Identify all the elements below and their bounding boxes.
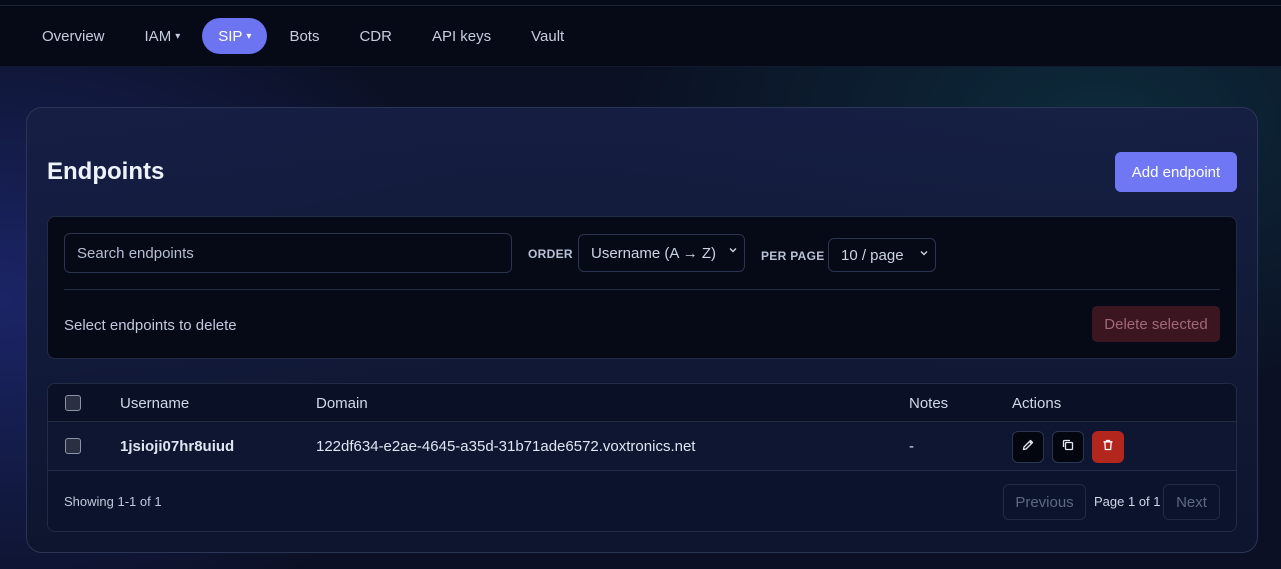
nav-api-keys-label: API keys xyxy=(431,27,492,45)
next-label: Next xyxy=(1176,493,1207,511)
chevron-down-icon: ▾ xyxy=(246,30,252,42)
filter-panel: ORDER Username (A → Z) PER PAGE 10 / pag… xyxy=(47,216,1237,359)
nav-bots[interactable]: Bots xyxy=(271,18,337,54)
nav-cdr-label: CDR xyxy=(359,27,392,45)
nav-bots-label: Bots xyxy=(289,27,320,45)
order-label: ORDER xyxy=(528,247,573,261)
trash-icon xyxy=(1101,438,1115,457)
nav-sip-label: SIP xyxy=(218,27,243,45)
endpoints-table: Username Domain Notes Actions 1jsioji07h… xyxy=(47,383,1237,532)
column-username[interactable]: Username xyxy=(120,395,189,412)
delete-hint: Select endpoints to delete xyxy=(64,317,237,334)
order-select[interactable]: Username (A → Z) xyxy=(578,234,745,272)
nav-api-keys[interactable]: API keys xyxy=(414,18,509,54)
row-notes: - xyxy=(909,438,914,455)
next-button[interactable]: Next xyxy=(1163,484,1220,520)
duplicate-button[interactable] xyxy=(1052,431,1084,463)
nav-cdr[interactable]: CDR xyxy=(341,18,410,54)
delete-row-button[interactable] xyxy=(1092,431,1124,463)
previous-button[interactable]: Previous xyxy=(1003,484,1086,520)
chevron-down-icon: ▾ xyxy=(175,30,181,42)
chevron-down-icon xyxy=(919,248,929,261)
delete-selected-button[interactable]: Delete selected xyxy=(1092,306,1220,342)
previous-label: Previous xyxy=(1015,493,1074,511)
order-select-value: Username (A → Z) xyxy=(591,244,717,262)
nav-overview[interactable]: Overview xyxy=(24,18,123,54)
row-domain: 122df634-e2ae-4645-a35d-31b71ade6572.vox… xyxy=(316,438,696,455)
filter-divider xyxy=(64,289,1220,290)
top-navigation: Overview IAM ▾ SIP ▾ Bots CDR API keys V… xyxy=(0,6,1281,67)
row-username[interactable]: 1jsioji07hr8uiud xyxy=(120,438,234,455)
pencil-icon xyxy=(1021,438,1035,457)
row-checkbox[interactable] xyxy=(65,438,81,454)
page-title: Endpoints xyxy=(47,158,165,185)
nav-vault-label: Vault xyxy=(531,27,565,45)
edit-button[interactable] xyxy=(1012,431,1044,463)
per-page-select[interactable]: 10 / page xyxy=(828,238,936,272)
page-info: Page 1 of 1 xyxy=(1094,494,1161,509)
nav-iam[interactable]: IAM ▾ xyxy=(127,18,199,54)
per-page-label: PER PAGE xyxy=(761,249,825,263)
table-row: 1jsioji07hr8uiud 122df634-e2ae-4645-a35d… xyxy=(48,422,1236,471)
per-page-select-value: 10 / page xyxy=(841,246,904,264)
add-endpoint-button[interactable]: Add endpoint xyxy=(1115,152,1237,192)
table-footer: Showing 1-1 of 1 Previous Page 1 of 1 Ne… xyxy=(48,471,1236,531)
copy-icon xyxy=(1061,438,1075,457)
select-all-checkbox[interactable] xyxy=(65,395,81,411)
nav-sip[interactable]: SIP ▾ xyxy=(202,18,268,54)
search-input[interactable] xyxy=(64,233,512,273)
nav-vault[interactable]: Vault xyxy=(513,18,582,54)
endpoints-card: Endpoints Add endpoint ORDER Username (A… xyxy=(26,107,1258,553)
column-notes: Notes xyxy=(909,395,949,412)
nav-overview-label: Overview xyxy=(42,27,105,45)
table-header: Username Domain Notes Actions xyxy=(48,384,1236,422)
column-actions: Actions xyxy=(1012,395,1062,412)
column-domain[interactable]: Domain xyxy=(316,395,368,412)
chevron-down-icon xyxy=(728,245,738,258)
showing-count: Showing 1-1 of 1 xyxy=(64,494,162,509)
nav-iam-label: IAM xyxy=(144,27,172,45)
